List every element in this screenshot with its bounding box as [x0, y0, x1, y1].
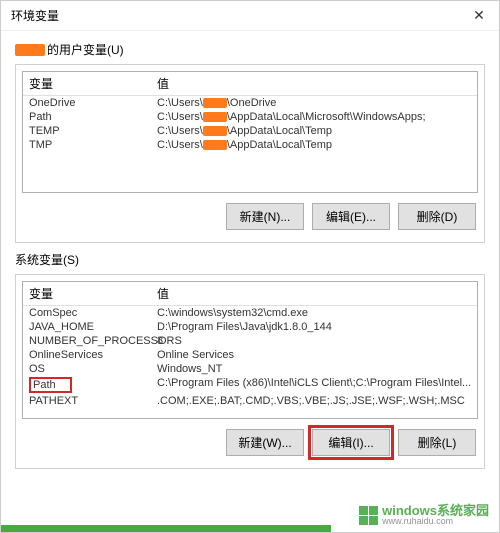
- sys-edit-button[interactable]: 编辑(I)...: [312, 429, 390, 456]
- list-item[interactable]: PATHEXT .COM;.EXE;.BAT;.CMD;.VBS;.VBE;.J…: [23, 394, 477, 408]
- user-btn-row: 新建(N)... 编辑(E)... 删除(D): [22, 193, 478, 236]
- user-vars-panel: 变量 值 OneDrive C:\Users\\OneDrive Path C:…: [15, 64, 485, 243]
- user-vars-list[interactable]: 变量 值 OneDrive C:\Users\\OneDrive Path C:…: [22, 71, 478, 193]
- list-item[interactable]: TMP C:\Users\\AppData\Local\Temp: [23, 138, 477, 152]
- user-new-button[interactable]: 新建(N)...: [226, 203, 304, 230]
- close-icon[interactable]: ✕: [459, 1, 499, 31]
- sys-new-button[interactable]: 新建(W)...: [226, 429, 304, 456]
- watermark: windows系统家园 www.ruhaidu.com: [359, 504, 489, 526]
- redacted-username: [203, 126, 227, 136]
- sys-list-header: 变量 值: [23, 282, 477, 306]
- sys-vars-list[interactable]: 变量 值 ComSpec C:\windows\system32\cmd.exe…: [22, 281, 478, 419]
- highlight-path: Path: [29, 377, 72, 393]
- sys-vars-label: 系统变量(S): [15, 251, 485, 268]
- watermark-bar: [1, 525, 331, 532]
- sys-delete-button[interactable]: 删除(L): [398, 429, 476, 456]
- list-item[interactable]: OnlineServices Online Services: [23, 348, 477, 362]
- sys-btn-row: 新建(W)... 编辑(I)... 删除(L): [22, 419, 478, 462]
- list-item[interactable]: OneDrive C:\Users\\OneDrive: [23, 96, 477, 110]
- window-title: 环境变量: [11, 7, 59, 24]
- titlebar: 环境变量 ✕: [1, 1, 499, 31]
- redacted-username: [203, 98, 227, 108]
- list-item[interactable]: Path C:\Users\\AppData\Local\Microsoft\W…: [23, 110, 477, 124]
- col-header-value[interactable]: 值: [151, 75, 477, 92]
- list-item[interactable]: TEMP C:\Users\\AppData\Local\Temp: [23, 124, 477, 138]
- user-list-header: 变量 值: [23, 72, 477, 96]
- user-delete-button[interactable]: 删除(D): [398, 203, 476, 230]
- user-edit-button[interactable]: 编辑(E)...: [312, 203, 390, 230]
- redacted-username: [203, 112, 227, 122]
- watermark-url: www.ruhaidu.com: [382, 517, 489, 526]
- list-item[interactable]: JAVA_HOME D:\Program Files\Java\jdk1.8.0…: [23, 320, 477, 334]
- col-header-value[interactable]: 值: [151, 285, 477, 302]
- col-header-name[interactable]: 变量: [23, 285, 151, 302]
- redacted-username: [203, 140, 227, 150]
- user-vars-label: 的用户变量(U): [15, 41, 485, 58]
- list-item[interactable]: OS Windows_NT: [23, 362, 477, 376]
- list-item-path[interactable]: Path C:\Program Files (x86)\Intel\iCLS C…: [23, 376, 477, 394]
- windows-icon: [359, 506, 378, 525]
- list-item[interactable]: ComSpec C:\windows\system32\cmd.exe: [23, 306, 477, 320]
- env-vars-dialog: 环境变量 ✕ 的用户变量(U) 变量 值 OneDrive C:\Users\\…: [0, 0, 500, 533]
- redacted-username: [15, 44, 45, 56]
- sys-vars-panel: 变量 值 ComSpec C:\windows\system32\cmd.exe…: [15, 274, 485, 469]
- dialog-body: 的用户变量(U) 变量 值 OneDrive C:\Users\\OneDriv…: [1, 31, 499, 469]
- col-header-name[interactable]: 变量: [23, 75, 151, 92]
- list-item[interactable]: NUMBER_OF_PROCESSORS 8: [23, 334, 477, 348]
